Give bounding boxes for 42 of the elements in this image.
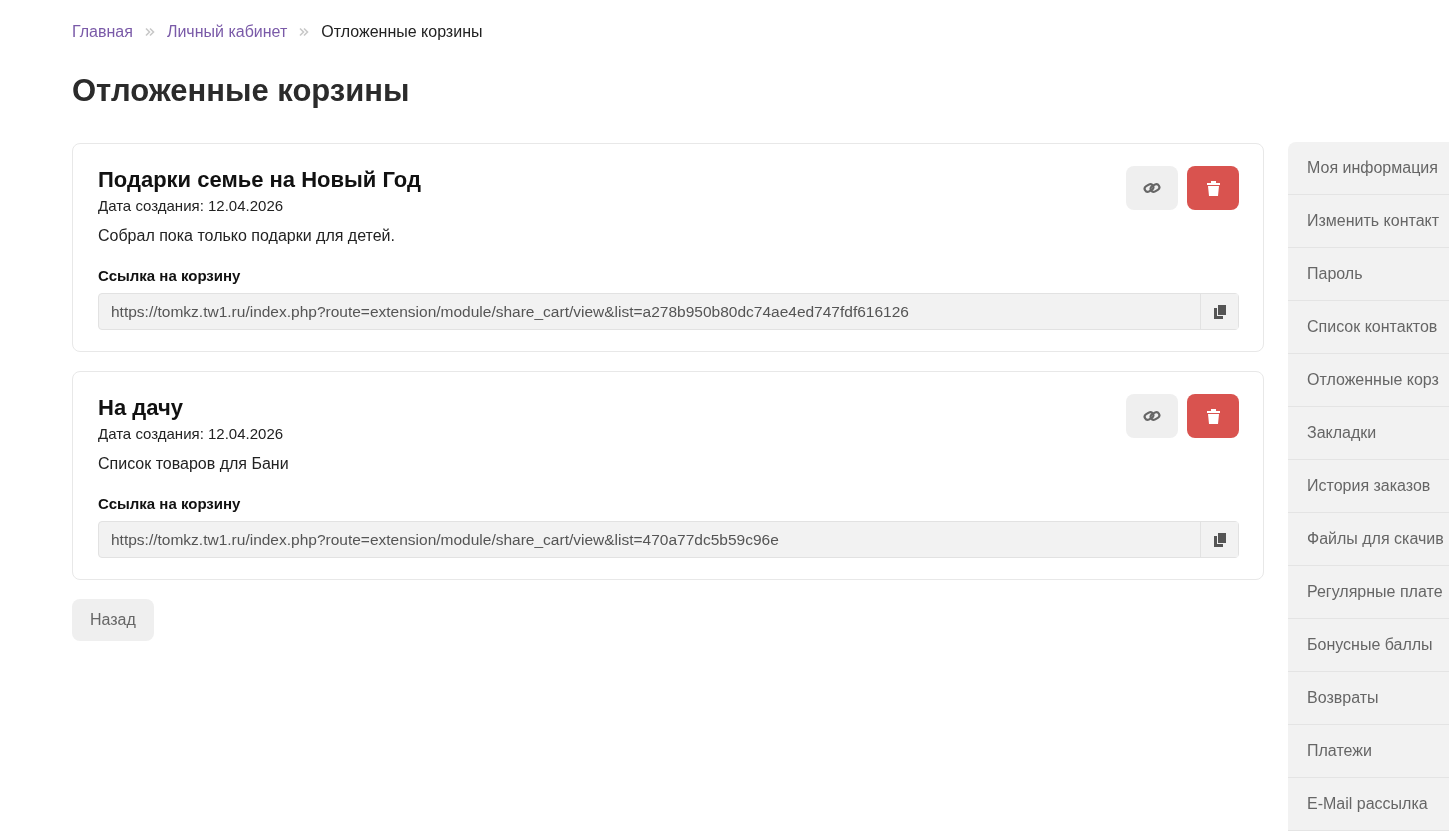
sidebar-item[interactable]: Пароль — [1288, 248, 1449, 301]
link-field[interactable]: https://tomkz.tw1.ru/index.php?route=extension/module/share_cart/view&list=470a77dc5b59c96e — [98, 521, 1239, 558]
cart-comment: Собрал пока только подарки для детей. — [98, 227, 396, 245]
sidebar-item[interactable]: Закладки — [1288, 407, 1449, 460]
share-link-button[interactable] — [1126, 394, 1178, 438]
sidebar-item[interactable]: Отложенные корз — [1288, 354, 1449, 407]
trash-icon — [1206, 408, 1220, 424]
copy-icon — [1213, 304, 1226, 319]
sidebar-item[interactable]: Возвраты — [1288, 672, 1449, 725]
breadcrumb-link[interactable]: Главная — [72, 23, 133, 41]
link-label: Ссылка на корзину — [98, 495, 242, 512]
sidebar-item[interactable]: Файлы для скачив — [1288, 513, 1449, 566]
sidebar-item[interactable]: Платежи — [1288, 725, 1449, 778]
copy-button[interactable] — [1200, 294, 1238, 329]
copy-button[interactable] — [1200, 522, 1238, 557]
copy-icon — [1213, 532, 1226, 547]
sidebar-item[interactable]: Регулярные плате — [1288, 566, 1449, 619]
sidebar-item[interactable]: Список контактов — [1288, 301, 1449, 354]
sidebar-item[interactable]: Моя информация — [1288, 142, 1449, 195]
creation-date: Дата создания: 12.04.2026 — [98, 197, 285, 214]
chevron-icon — [144, 27, 155, 37]
cart-comment: Список товаров для Бани — [98, 455, 289, 473]
page-title: Отложенные корзины — [72, 72, 411, 110]
sidebar-item[interactable]: Изменить контакт — [1288, 195, 1449, 248]
creation-date: Дата создания: 12.04.2026 — [98, 425, 285, 442]
sidebar-item[interactable]: E-Mail рассылка — [1288, 778, 1449, 831]
cart-title: На дачу — [98, 394, 184, 422]
link-field[interactable]: https://tomkz.tw1.ru/index.php?route=extension/module/share_cart/view&list=a278b950b80dc74ae4ed747fdf616126 — [98, 293, 1239, 330]
sidebar-item[interactable]: История заказов — [1288, 460, 1449, 513]
cart-title: Подарки семье на Новый Год — [98, 166, 421, 194]
link-icon — [1143, 409, 1161, 423]
trash-icon — [1206, 180, 1220, 196]
share-link-button[interactable] — [1126, 166, 1178, 210]
delete-button[interactable] — [1187, 166, 1239, 210]
sidebar-item[interactable]: Бонусные баллы — [1288, 619, 1449, 672]
chevron-icon — [299, 27, 310, 37]
breadcrumb-current: Отложенные корзины — [321, 23, 483, 41]
delete-button[interactable] — [1187, 394, 1239, 438]
back-button[interactable]: Назад — [72, 599, 154, 641]
breadcrumb-link[interactable]: Личный кабинет — [166, 23, 288, 41]
link-icon — [1143, 181, 1161, 195]
link-label: Ссылка на корзину — [98, 267, 242, 284]
